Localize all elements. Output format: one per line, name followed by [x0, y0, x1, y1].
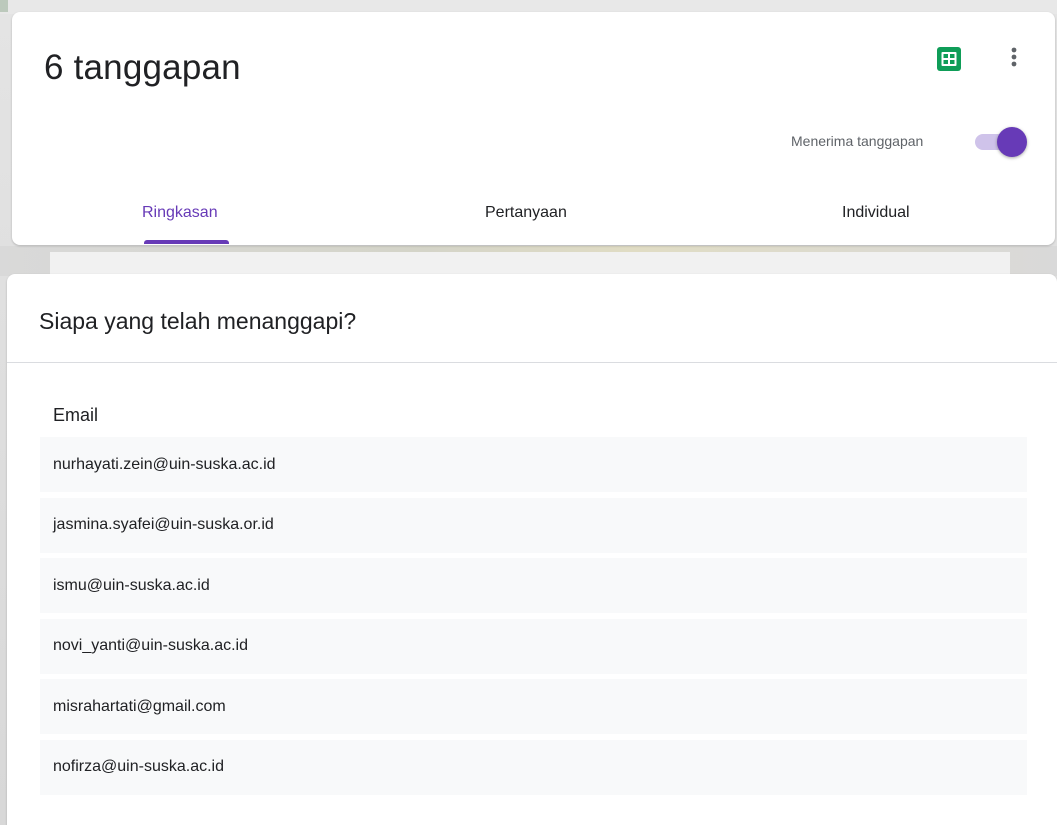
responses-count-title: 6 tanggapan — [44, 48, 241, 87]
card-divider — [7, 362, 1057, 363]
email-row: novi_yanti@uin-suska.ac.id — [40, 618, 1027, 674]
more-vert-icon-graphic — [1011, 47, 1017, 67]
responder-email-list: nurhayati.zein@uin-suska.ac.id jasmina.s… — [40, 437, 1027, 800]
google-sheets-icon[interactable] — [936, 46, 962, 72]
email-row: nofirza@uin-suska.ac.id — [40, 739, 1027, 795]
email-row: jasmina.syafei@uin-suska.or.id — [40, 497, 1027, 553]
accepting-responses-toggle[interactable] — [975, 126, 1029, 157]
email-row: misrahartati@gmail.com — [40, 679, 1027, 734]
email-row: ismu@uin-suska.ac.id — [40, 558, 1027, 613]
background-edge-mark — [0, 0, 8, 12]
responders-card: Siapa yang telah menanggapi? Email nurha… — [7, 274, 1057, 825]
background-banner — [50, 252, 1010, 274]
google-sheets-icon-graphic — [937, 47, 961, 71]
responders-heading: Siapa yang telah menanggapi? — [39, 308, 357, 334]
tab-individual[interactable]: Individual — [842, 204, 910, 222]
accepting-responses-label: Menerima tanggapan — [791, 133, 924, 149]
toggle-thumb — [997, 127, 1027, 157]
responses-header-card: 6 tanggapan Menerima tanggapan Ringkasan… — [12, 12, 1055, 245]
email-column-header: Email — [53, 405, 99, 425]
active-tab-indicator — [144, 240, 229, 244]
tab-summary[interactable]: Ringkasan — [142, 204, 218, 222]
more-vert-icon[interactable] — [1000, 44, 1028, 76]
tab-questions[interactable]: Pertanyaan — [485, 204, 567, 222]
email-row: nurhayati.zein@uin-suska.ac.id — [40, 437, 1027, 492]
